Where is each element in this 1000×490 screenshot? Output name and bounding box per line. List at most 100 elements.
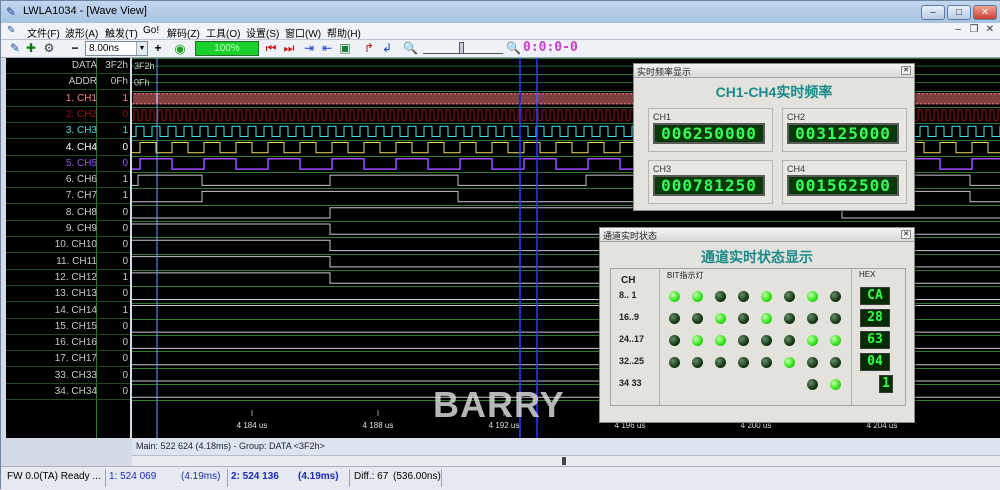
channel-value: 0 [122, 288, 128, 300]
frequency-dialog-title[interactable]: 实时频率显示 [634, 64, 914, 78]
pen-icon[interactable]: ✎ [9, 41, 21, 56]
scrollbar-thumb[interactable] [562, 457, 566, 465]
channel-name: 9. CH9 [65, 223, 97, 234]
close-icon[interactable]: ✕ [901, 66, 911, 75]
menu-waveform[interactable]: 波形(A) [65, 25, 98, 40]
channel-row[interactable]: DATA 3F2h [6, 58, 130, 74]
channel-row[interactable]: 4. CH4 0 [6, 140, 130, 156]
run-icon[interactable]: ◉ [173, 41, 187, 56]
channel-value: 1 [122, 304, 128, 316]
menu-trigger[interactable]: 触发(T) [105, 25, 138, 40]
channel-row[interactable]: 16. CH16 0 [6, 335, 130, 352]
led-panel: CH BIT指示灯 HEX 8.. 1 CA 16..9 28 24..17 63 32..… [610, 268, 906, 406]
zoom-plus-button[interactable]: + [152, 41, 164, 56]
channel-state-dialog-title[interactable]: 通道实时状态 [600, 228, 914, 242]
bit-led [669, 291, 680, 302]
zoom-in-icon[interactable]: 🔍 [506, 41, 521, 56]
channel-row[interactable]: 14. CH14 1 [6, 303, 130, 319]
maximize-button[interactable]: □ [947, 5, 971, 20]
channel-row[interactable]: 17. CH17 0 [6, 351, 130, 368]
freq-label: CH1 [653, 112, 672, 122]
first-page-icon[interactable]: ⏮ [265, 41, 277, 56]
zoom-select-value: 8.00ns [89, 43, 120, 54]
channel-name: 11. CH11 [56, 255, 97, 267]
bit-led [784, 291, 795, 302]
channel-row[interactable]: 13. CH13 0 [6, 286, 130, 303]
channel-row[interactable]: 10. CH10 0 [6, 237, 130, 254]
bit-led [669, 313, 680, 324]
channel-row[interactable]: ADDR 0Fh [6, 74, 130, 91]
channel-row[interactable]: 11. CH11 0 [6, 254, 130, 270]
channel-row[interactable]: 15. CH15 0 [6, 319, 130, 335]
menu-window[interactable]: 窗口(W) [285, 25, 321, 40]
bit-led [830, 357, 841, 368]
save-icon[interactable]: ▣ [339, 41, 351, 56]
marker-right-icon[interactable]: ↲ [381, 41, 393, 56]
channel-row[interactable]: 33. CH33 0 [6, 368, 130, 384]
cursor1-icon[interactable]: ⇥ [303, 41, 315, 56]
toolbar: ✎ ✚ ⚙ − 8.00ns ▼ + ◉ 100% ⏮ ⏭ ⇥ ⇤ ▣ ↱ ↲ … [1, 40, 1000, 58]
menu-tools[interactable]: 工具(O) [206, 25, 240, 40]
menu-decode[interactable]: 解码(Z) [167, 25, 200, 40]
channel-row[interactable]: 8. CH8 0 [6, 205, 130, 221]
status-divider [349, 469, 350, 487]
zoom-slider-thumb[interactable] [459, 42, 464, 54]
channel-row[interactable]: 5. CH5 0 [6, 156, 130, 172]
channel-name: 2. CH2 [65, 108, 97, 120]
freq-label: CH2 [787, 112, 806, 122]
cursor2-position: 2: 524 136 [231, 471, 279, 482]
channel-row[interactable]: 1. CH1 1 [6, 91, 130, 107]
channel-row[interactable]: 2. CH2 0 [6, 107, 130, 123]
bit-led [761, 335, 772, 346]
bit-led [830, 291, 841, 302]
channel-row[interactable]: 9. CH9 0 [6, 221, 130, 237]
freq-box-ch2: CH2 003125000 [782, 108, 907, 152]
bit-row-label: 16..9 [619, 312, 640, 322]
channel-icon[interactable]: ✚ [25, 41, 37, 56]
zoom-minus-button[interactable]: − [69, 41, 81, 56]
frequency-dialog[interactable]: 实时频率显示 ✕ CH1-CH4实时频率 CH1 006250000 CH2 0… [633, 63, 915, 211]
mdi-close-button[interactable]: ✕ [983, 24, 997, 37]
mdi-restore-button[interactable]: ❐ [967, 24, 981, 37]
close-icon[interactable]: ✕ [901, 230, 911, 239]
bit-led [738, 313, 749, 324]
zoom-out-icon[interactable]: 🔍 [403, 41, 418, 56]
zoom-slider[interactable] [423, 42, 503, 54]
chevron-down-icon[interactable]: ▼ [136, 42, 147, 55]
bit-led [715, 313, 726, 324]
last-page-icon[interactable]: ⏭ [283, 41, 295, 56]
bit-led [738, 291, 749, 302]
cursor2-icon[interactable]: ⇤ [321, 41, 333, 56]
freq-value: 000781250 [653, 175, 765, 196]
hex-display: 28 [860, 309, 890, 327]
menu-go[interactable]: Go! [143, 25, 159, 36]
bit-led [669, 357, 680, 368]
zoom-select[interactable]: 8.00ns ▼ [85, 41, 148, 56]
settings-icon[interactable]: ⚙ [43, 41, 55, 56]
channel-row[interactable]: 6. CH6 1 [6, 172, 130, 189]
bit-led [738, 357, 749, 368]
mdi-minimize-button[interactable]: – [951, 24, 965, 37]
marker-left-icon[interactable]: ↱ [363, 41, 375, 56]
status-divider [441, 469, 442, 487]
info-text: Main: 522 624 (4.18ms) - Group: DATA <3F… [136, 441, 325, 451]
window-title: LWLA1034 - [Wave View] [23, 5, 147, 17]
channel-row[interactable]: 3. CH3 1 [6, 123, 130, 140]
channel-value: 1 [122, 174, 128, 186]
bus-data-label: 3F2h [134, 61, 155, 71]
horizontal-scrollbar[interactable] [132, 455, 1000, 466]
info-bar: Main: 522 624 (4.18ms) - Group: DATA <3F… [132, 438, 1000, 455]
bit-led [692, 357, 703, 368]
status-divider [105, 469, 106, 487]
menu-settings[interactable]: 设置(S) [246, 25, 279, 40]
cursor1-position: 1: 524 069 [109, 471, 157, 482]
channel-row[interactable]: 7. CH7 1 [6, 188, 130, 205]
channel-state-dialog[interactable]: 通道实时状态 ✕ 通道实时状态显示 CH BIT指示灯 HEX 8.. 1 CA 1… [599, 227, 915, 423]
bit-led [830, 379, 841, 390]
minimize-button[interactable]: – [921, 5, 945, 20]
channel-row[interactable]: 12. CH12 1 [6, 270, 130, 286]
close-button[interactable]: ✕ [973, 5, 997, 20]
menu-file[interactable]: 文件(F) [27, 25, 60, 40]
menu-help[interactable]: 帮助(H) [327, 25, 361, 40]
channel-row[interactable]: 34. CH34 0 [6, 384, 130, 400]
